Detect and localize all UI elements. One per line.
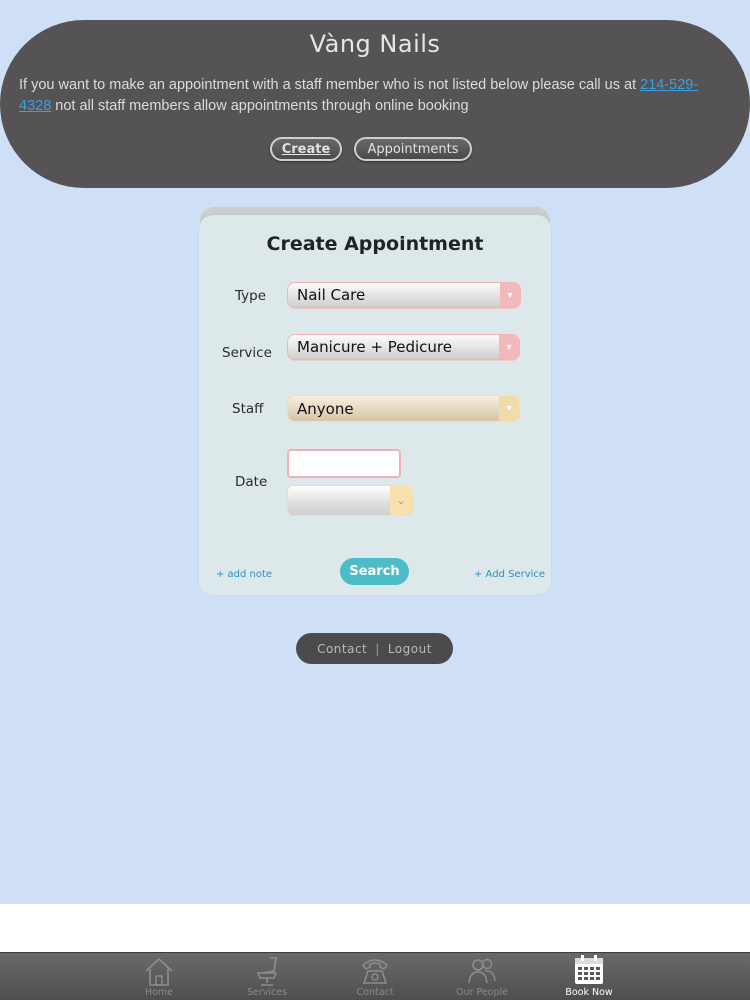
contact-link[interactable]: Contact [317, 642, 367, 656]
staff-value: Anyone [297, 399, 354, 418]
type-select[interactable]: Nail Care ▾ [287, 282, 521, 308]
notice-text-after: not all staff members allow appointments… [51, 98, 469, 114]
form-title: Create Appointment [266, 233, 484, 255]
tab-home[interactable]: Home [124, 953, 194, 1000]
calendar-icon [575, 955, 603, 984]
type-label: Type [235, 288, 267, 304]
tab-our-people-label: Our People [456, 987, 508, 998]
create-appointment-card: Create Appointment Type Nail Care ▾ Serv… [199, 215, 551, 595]
tab-our-people[interactable]: Our People [447, 953, 517, 1000]
search-button[interactable]: Search [340, 558, 409, 585]
date-label: Date [235, 474, 268, 490]
chevron-down-icon: ▾ [500, 283, 520, 307]
staff-select[interactable]: Anyone ▾ [287, 395, 520, 422]
chevron-down-icon: ▾ [499, 335, 519, 359]
add-service-link[interactable]: + Add Service [474, 569, 545, 580]
header-banner: Vàng Nails If you want to make an appoin… [0, 20, 750, 188]
site-title: Vàng Nails [309, 30, 441, 58]
phone-icon [361, 959, 389, 984]
appointments-button[interactable]: Appointments [354, 137, 472, 161]
add-note-link[interactable]: + add note [216, 569, 272, 580]
staff-label: Staff [232, 401, 264, 417]
tab-contact-label: Contact [356, 987, 394, 998]
time-select[interactable]: ⌄ [287, 485, 413, 516]
tab-services-label: Services [246, 987, 288, 998]
tab-home-label: Home [144, 987, 174, 998]
tab-book-now[interactable]: Book Now [554, 953, 624, 1000]
booking-notice: If you want to make an appointment with … [19, 75, 719, 117]
chair-icon [256, 957, 278, 986]
date-input[interactable] [287, 449, 401, 478]
tab-book-now-label: Book Now [565, 987, 613, 998]
footer-separator: | [375, 641, 380, 656]
service-label: Service [222, 345, 272, 361]
type-value: Nail Care [297, 286, 366, 304]
tab-services[interactable]: Services [232, 953, 302, 1000]
tab-contact[interactable]: Contact [340, 953, 410, 1000]
notice-text-before: If you want to make an appointment with … [19, 77, 641, 93]
chevron-down-icon: ⌄ [390, 486, 412, 515]
service-select[interactable]: Manicure + Pedicure ▾ [287, 334, 520, 360]
home-icon [145, 957, 173, 986]
service-value: Manicure + Pedicure [297, 338, 452, 356]
create-button[interactable]: Create [270, 137, 342, 161]
footer-links: Contact | Logout [296, 633, 453, 664]
bottom-tab-bar: Home Services Contact Our People Book No… [0, 952, 750, 1000]
people-icon [468, 958, 496, 984]
logout-link[interactable]: Logout [388, 642, 432, 656]
chevron-down-icon: ▾ [499, 396, 519, 421]
